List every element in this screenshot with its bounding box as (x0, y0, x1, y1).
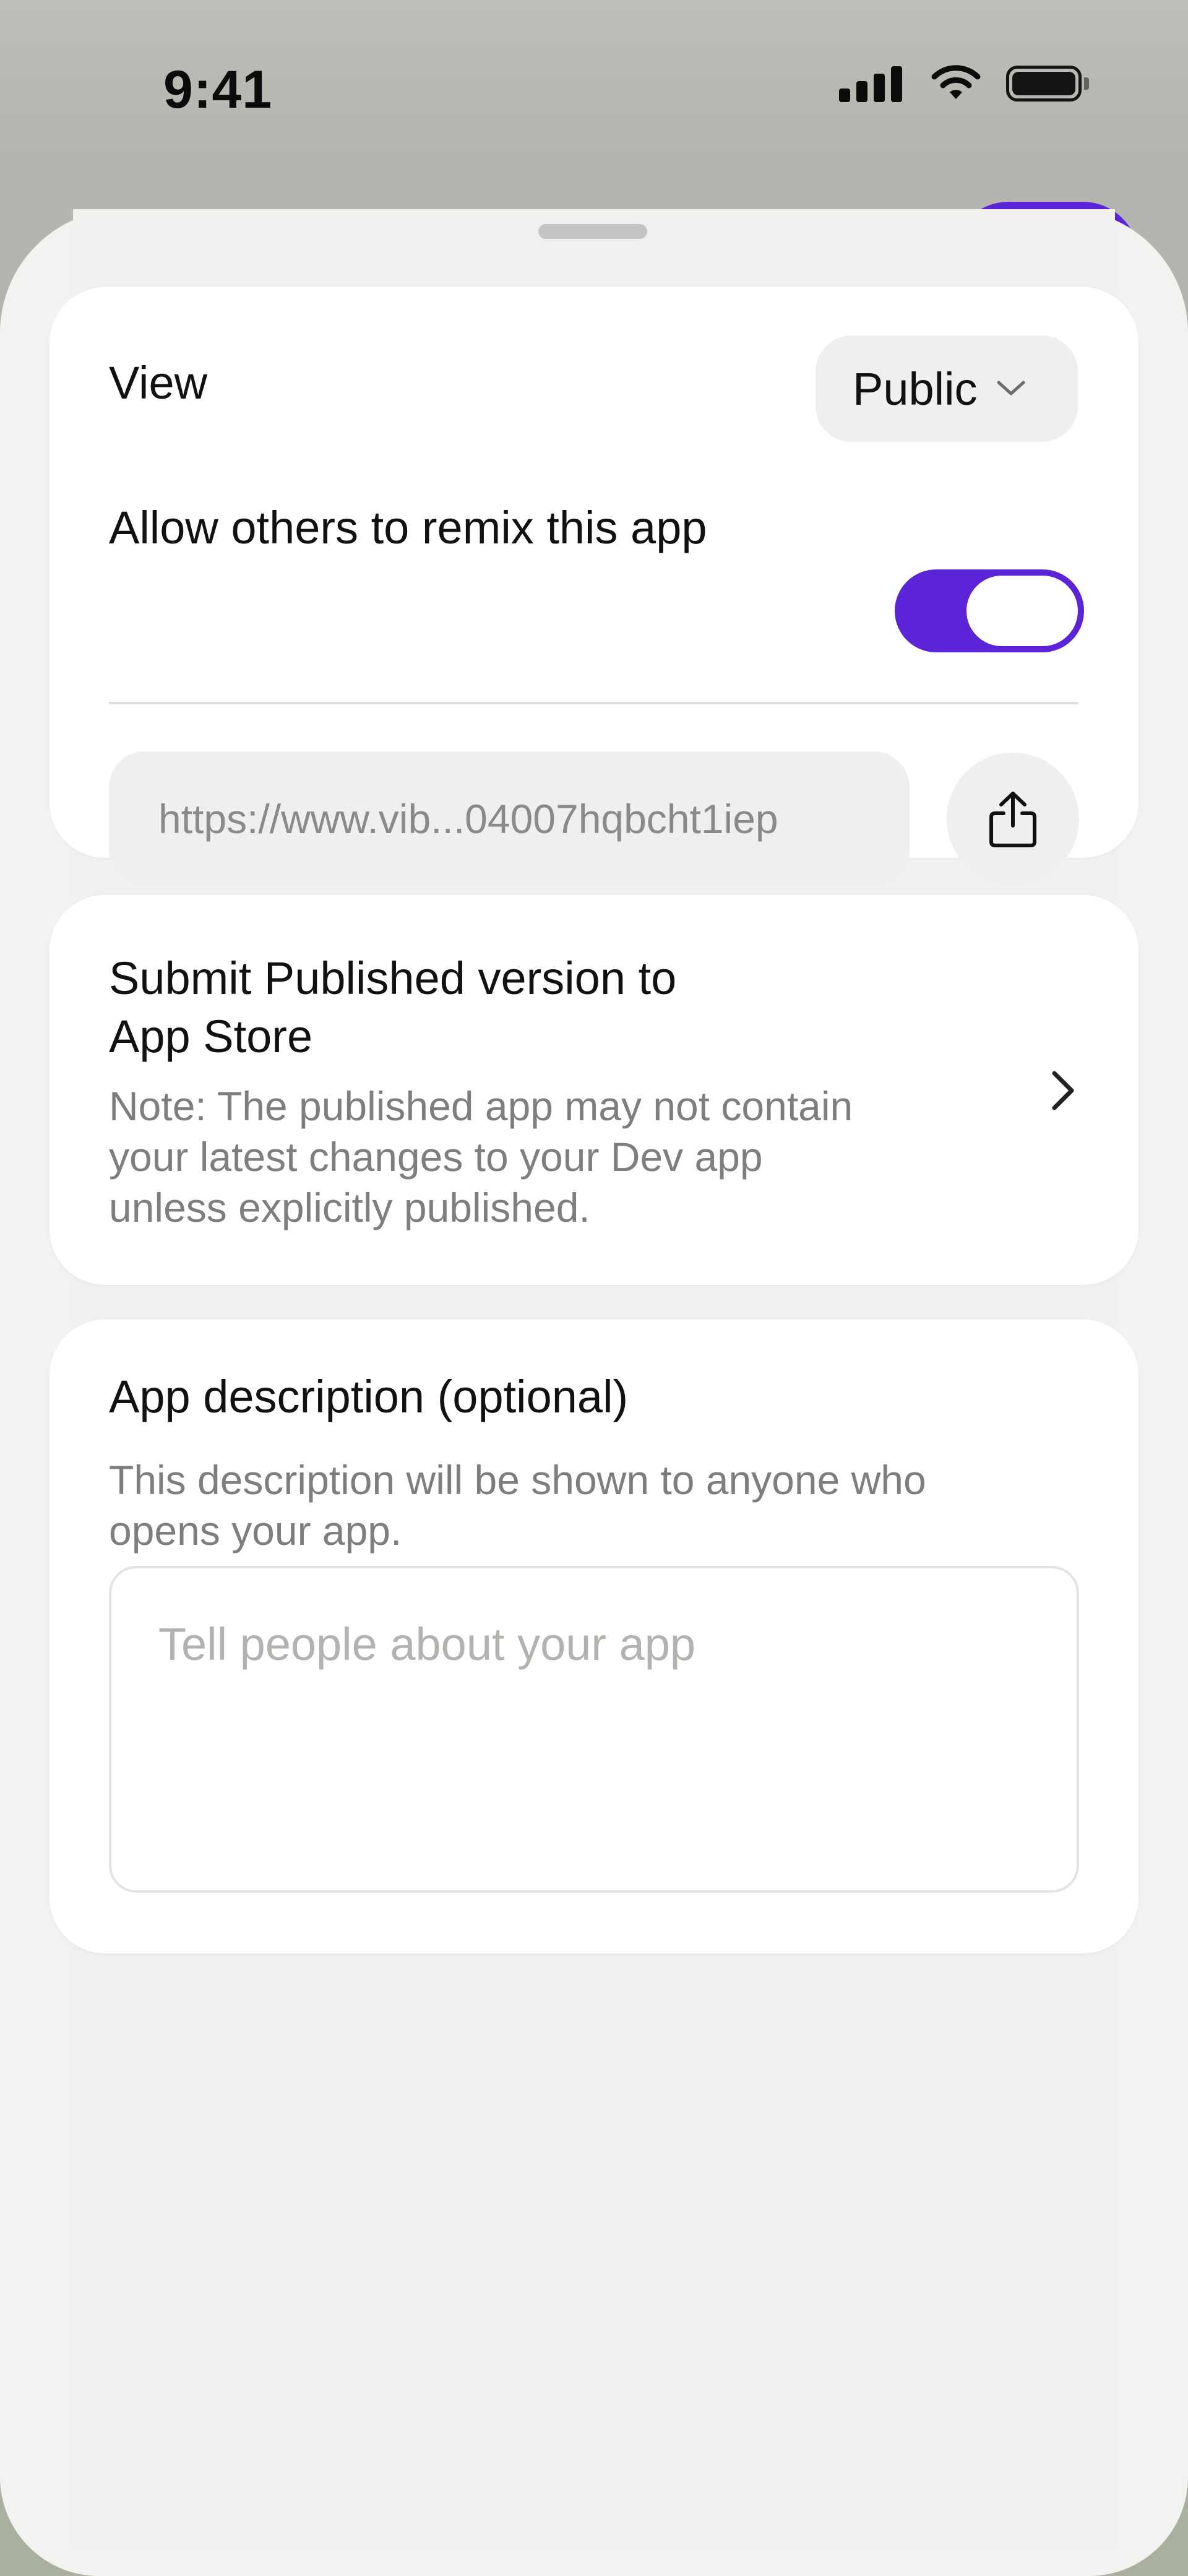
divider (109, 702, 1078, 704)
status-bar: 9:41 (0, 0, 1188, 155)
status-time: 9:41 (163, 60, 273, 119)
chevron-right-icon (1052, 1071, 1074, 1110)
chevron-down-icon (997, 381, 1025, 395)
share-icon (989, 792, 1036, 847)
app-url-text: https://www.vib...04007hqbcht1iep (158, 796, 778, 842)
status-icons (839, 64, 1089, 103)
sharing-card: View Public Allow others to remix this a… (50, 287, 1138, 886)
remix-label: Allow others to remix this app (109, 502, 707, 553)
app-store-submit-card[interactable]: Submit Published version to App Store No… (50, 895, 1138, 1285)
battery-icon (1006, 66, 1089, 102)
app-description-card: App description (optional) This descript… (50, 1320, 1138, 1953)
view-visibility-dropdown[interactable]: Public (816, 335, 1078, 442)
view-label: View (109, 357, 208, 408)
signal-icon (839, 65, 902, 102)
share-button[interactable] (947, 753, 1079, 885)
view-visibility-value: Public (853, 363, 978, 415)
remix-toggle[interactable] (895, 569, 1084, 652)
sheet-grabber[interactable] (538, 224, 647, 239)
share-sheet: View Public Allow others to remix this a… (0, 209, 1188, 2576)
app-description-help: This description will be shown to anyone… (109, 1457, 926, 1554)
app-store-submit-note: Note: The published app may not contain … (109, 1083, 853, 1230)
wifi-icon (931, 65, 981, 99)
toggle-knob (966, 576, 1078, 646)
app-description-title: App description (optional) (109, 1371, 629, 1422)
app-description-input[interactable]: Tell people about your app (109, 1566, 1079, 1893)
app-store-submit-title: Submit Published version to App Store (109, 953, 677, 1062)
app-url-field[interactable]: https://www.vib...04007hqbcht1iep (109, 751, 910, 886)
app-description-placeholder: Tell people about your app (158, 1619, 696, 1670)
